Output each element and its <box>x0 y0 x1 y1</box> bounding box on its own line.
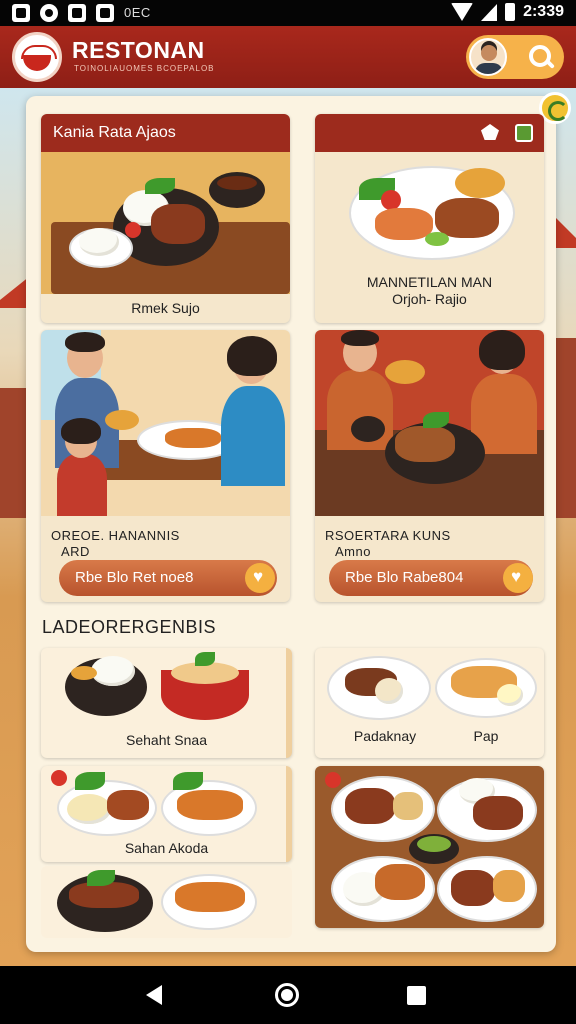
status-bar: 0EC 2:339 <box>0 0 576 26</box>
dish-label: Padaknay <box>353 728 417 744</box>
dish-label: Sehaht Snaa <box>126 732 207 748</box>
app-bar: RESTONAN TOINOLIAUOMES BCOEPALOB <box>0 26 576 88</box>
garnish <box>87 870 115 886</box>
battery-icon <box>505 3 516 21</box>
fried-fish <box>165 428 221 448</box>
notification-icons: 0EC <box>12 4 151 22</box>
fried-fish <box>375 208 433 240</box>
app-subtitle: TOINOLIAUOMES BCOEPALOB <box>74 64 215 73</box>
cucumber <box>425 232 449 246</box>
wifi-icon <box>451 3 474 21</box>
mother-hair <box>227 336 277 376</box>
grilled-meat <box>69 882 139 908</box>
garnish <box>75 772 105 790</box>
featured-card-caption: Orjoh- Rajio <box>392 291 467 307</box>
order-card[interactable]: OREOE. HANANNIS ARD Rbe Blo Ret noe8 <box>41 330 290 602</box>
sauce-bowl <box>455 168 505 198</box>
wall-decoration <box>554 338 576 518</box>
garnish <box>423 412 449 428</box>
garnish <box>145 178 175 194</box>
order-card-subtitle: ARD <box>61 544 90 559</box>
tomato <box>51 770 67 786</box>
grilled-meat <box>107 790 149 820</box>
favorite-heart-icon[interactable] <box>245 563 275 593</box>
featured-card[interactable]: MANNETILAN MAN Orjoh- Rajio <box>315 114 544 323</box>
cell-signal-icon <box>481 3 498 21</box>
tomato <box>325 772 341 788</box>
dish-label: Sahan Akoda <box>124 840 209 856</box>
egg <box>497 684 523 706</box>
recent-apps-icon[interactable] <box>407 986 426 1005</box>
system-icons: 2:339 <box>451 3 564 21</box>
status-indicator-text: 0EC <box>124 5 151 20</box>
dish-illustration <box>315 152 544 268</box>
dish-label: Pap <box>473 728 499 744</box>
navigation-bar <box>0 966 576 1024</box>
fried-fish <box>375 864 425 900</box>
meat-skewers <box>435 198 499 238</box>
man-hair <box>341 330 379 346</box>
family-dining-illustration <box>41 330 290 516</box>
circle-icon <box>40 4 58 22</box>
order-card[interactable]: RSOERTARA KUNS Amno Rbe Blo Rabe804 <box>315 330 544 602</box>
curry <box>71 666 97 680</box>
favorite-heart-icon[interactable] <box>503 563 533 593</box>
app-title: RESTONAN <box>72 37 205 63</box>
dish-tile[interactable]: Sehaht Snaa <box>41 648 292 758</box>
section-title: LADEORERGENBIS <box>42 617 217 637</box>
dish-tile[interactable] <box>315 766 544 928</box>
dish-tile[interactable] <box>41 866 292 938</box>
couple-dining-illustration <box>315 330 544 516</box>
woman-hair <box>479 330 525 370</box>
featured-card[interactable]: Kania Rata Ajaos Rmek Sujo <box>41 114 290 323</box>
image-icon <box>12 4 30 22</box>
clock: 2:339 <box>523 3 564 20</box>
featured-card-header: Kania Rata Ajaos <box>41 114 290 152</box>
tomato <box>125 222 141 238</box>
home-icon[interactable] <box>275 983 299 1007</box>
dish-tile[interactable]: Padaknay Pap <box>315 648 544 758</box>
cup <box>351 416 385 442</box>
bread <box>67 794 111 824</box>
order-card-title: OREOE. HANANNIS <box>51 528 180 543</box>
egg <box>375 678 403 704</box>
dish-tile[interactable]: Sahan Akoda <box>41 766 292 862</box>
sauce <box>217 176 257 190</box>
avatar[interactable] <box>469 38 507 76</box>
salad <box>417 836 451 852</box>
featured-card-caption: Rmek Sujo <box>131 300 200 316</box>
featured-card-header <box>315 114 544 152</box>
mail-icon <box>68 4 86 22</box>
potato <box>493 870 525 902</box>
rice <box>91 656 135 686</box>
back-icon[interactable] <box>146 985 162 1005</box>
featured-card-caption: MANNETILAN MAN <box>366 274 493 290</box>
soup-bowl <box>105 410 139 430</box>
rice <box>79 228 119 256</box>
meat <box>395 426 455 462</box>
potato <box>393 792 423 820</box>
logo-icon[interactable] <box>12 32 62 82</box>
father-hair <box>65 332 105 352</box>
mother <box>221 386 285 486</box>
order-card-subtitle: Amno <box>335 544 371 559</box>
grilled-meat <box>451 870 495 906</box>
soup-bowl <box>385 360 425 384</box>
wall-decoration <box>0 388 28 518</box>
order-card-title: RSOERTARA KUNS <box>325 528 451 543</box>
home-icon <box>96 4 114 22</box>
grilled-meat <box>345 788 395 824</box>
grilled-meat <box>473 796 523 830</box>
check-icon[interactable] <box>515 124 533 142</box>
child <box>57 454 107 516</box>
dish-illustration <box>41 152 290 294</box>
tomato <box>381 190 401 210</box>
meat <box>151 204 205 244</box>
fried-fish <box>175 882 245 912</box>
garnish <box>195 652 215 666</box>
child-hair <box>61 418 101 444</box>
fried-chicken <box>177 790 243 820</box>
search-button[interactable] <box>522 39 558 75</box>
garnish <box>173 772 203 790</box>
